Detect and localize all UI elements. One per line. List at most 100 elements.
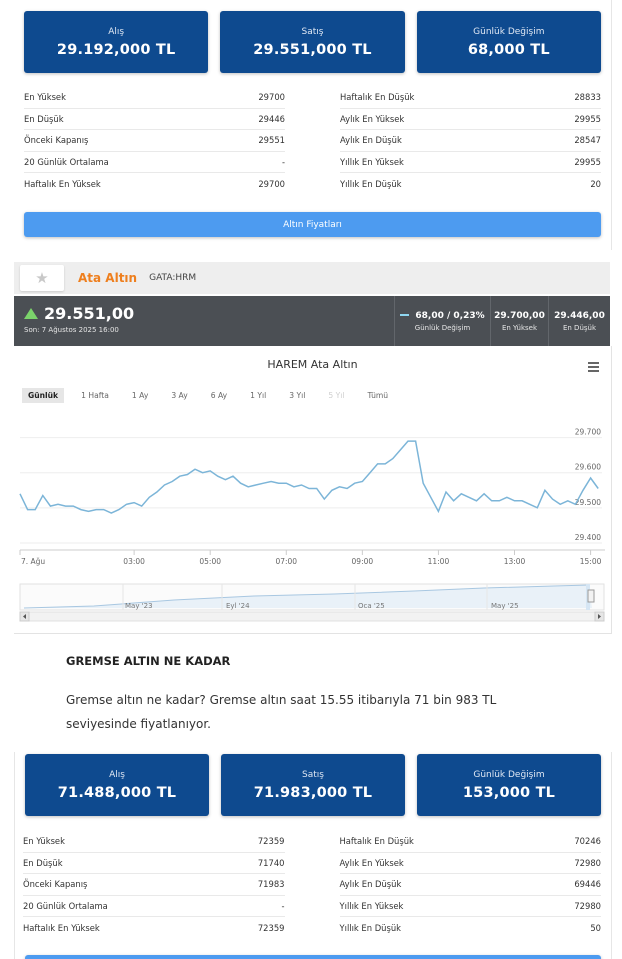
buy-value: 71.488,000 TL (57, 784, 177, 801)
favorite-button[interactable]: ★ (20, 265, 64, 291)
stat-row: Aylık En Yüksek 72980 (339, 853, 601, 874)
daily-change-value: 153,000 TL (462, 784, 556, 801)
stat-label: En Yüksek (23, 836, 65, 847)
y-tick-label: 29.600 (575, 463, 601, 472)
stat-row: Yıllık En Yüksek 29955 (340, 152, 601, 173)
stat-value: 72359 (257, 922, 285, 933)
stat-value: 71740 (257, 857, 285, 868)
daily-change-label: Günlük Değişim (473, 769, 545, 780)
x-tick-label: 09:00 (352, 557, 374, 566)
navigator-handle[interactable] (587, 589, 595, 603)
stat-row: Yıllık En Yüksek 72980 (339, 896, 601, 917)
stat-value: 29446 (258, 113, 285, 124)
stat-value: 29700 (258, 92, 285, 103)
stat-value: 72980 (574, 857, 601, 868)
daily-change-box: Günlük Değişim 68,000 TL (416, 11, 601, 73)
stats-left: En Yüksek 29700 En Düşük 29446 Önceki Kapa… (24, 87, 285, 195)
stat-row: Haftalık En Yüksek 29700 (24, 173, 285, 195)
x-tick-label: 13:00 (504, 557, 526, 566)
stat-value: 72359 (257, 836, 285, 847)
page: Alış 29.192,000 TL Satış 29.551,000 TL G… (0, 0, 622, 959)
stat-row: Aylık En Yüksek 29955 (340, 109, 601, 130)
price-boxes: Alış 71.488,000 TL Satış 71.983,000 TL G… (25, 754, 601, 816)
gold-panel-2: Alış 71.488,000 TL Satış 71.983,000 TL G… (14, 752, 612, 959)
stat-label: 20 Günlük Ortalama (23, 900, 108, 911)
stat-label: Haftalık En Düşük (340, 92, 415, 103)
stat-label: En Yüksek (24, 92, 66, 103)
daily-change-label: Günlük Değişim (473, 26, 545, 37)
x-tick-label: 07:00 (275, 557, 297, 566)
ticker-low: 29.446,00 En Düşük (548, 296, 610, 346)
stat-row: En Düşük 29446 (24, 109, 285, 130)
stat-label: Yıllık En Yüksek (339, 900, 404, 911)
chart-svg: 29.70029.60029.50029.400 7. Ağu 03:00 05:0… (19, 428, 605, 622)
stat-label: En Düşük (23, 857, 63, 868)
stat-row: 20 Günlük Ortalama - (24, 152, 285, 173)
stat-label: Aylık En Düşük (339, 879, 402, 890)
x-tick-label: 15:00 (580, 557, 602, 566)
ticker-low-label: En Düşük (562, 323, 597, 332)
stat-value: 28547 (574, 135, 601, 146)
sell-value: 29.551,000 TL (253, 41, 372, 58)
stats-table: En Yüksek 29700 En Düşük 29446 Önceki Kapa… (24, 87, 601, 195)
stat-value: 50 (590, 922, 601, 933)
flat-dash-icon (400, 314, 410, 316)
stat-label: Haftalık En Düşük (339, 836, 414, 847)
ticker-change-row: 68,00 / 0,23% (400, 310, 485, 321)
ticker-change: 68,00 / 0,23% Günlük Değişim (394, 296, 490, 346)
up-arrow-icon (24, 308, 38, 319)
gold-prices-button-2[interactable] (25, 955, 601, 959)
buy-label: Alış (109, 769, 125, 780)
stat-label: Önceki Kapanış (23, 879, 88, 890)
stats-right: Haftalık En Düşük 28833 Aylık En Yüksek 29… (340, 87, 601, 195)
x-tick-label: 05:00 (199, 557, 221, 566)
stat-value: 72980 (574, 900, 601, 911)
stat-row: En Düşük 71740 (23, 853, 285, 874)
y-tick-label: 29.400 (575, 533, 601, 542)
x-ticks: 7. Ağu 03:00 05:00 07:00 09:00 11:00 13:00 15:0… (19, 550, 602, 566)
gold-prices-button[interactable]: Altın Fiyatları (24, 212, 601, 237)
buy-box: Alış 29.192,000 TL (24, 11, 209, 73)
stat-label: Haftalık En Yüksek (24, 178, 101, 189)
stats-left: En Yüksek 72359 En Düşük 71740 Önceki Kapa… (23, 831, 285, 939)
stat-row: Haftalık En Yüksek 72359 (23, 917, 285, 939)
chart-container: HAREM Ata Altın Günlük 1 Hafta 1 Ay 3 Ay 6 A… (14, 346, 612, 634)
stat-value: 71983 (257, 879, 285, 890)
ticker-change-value: 68,00 / 0,23% (415, 310, 485, 321)
stats-right: Haftalık En Düşük 70246 Aylık En Yüksek 72… (339, 831, 602, 939)
stat-label: Yıllık En Düşük (339, 922, 401, 933)
stat-value: 70246 (574, 836, 601, 847)
price-boxes: Alış 29.192,000 TL Satış 29.551,000 TL G… (24, 11, 601, 73)
stat-label: En Düşük (24, 113, 64, 124)
scrollbar-track[interactable] (19, 611, 605, 622)
x-tick-label: 7. Ağu (21, 557, 45, 566)
daily-change-value: 68,000 TL (467, 41, 550, 58)
ata-header: ★ Ata Altın GATA:HRM (14, 262, 610, 294)
ticker-price: 29.551,00 (44, 304, 135, 323)
sell-label: Satış (302, 769, 324, 780)
stat-row: Önceki Kapanış 71983 (23, 874, 285, 896)
navigator-label: May '23 (125, 602, 153, 610)
stat-label: Aylık En Yüksek (340, 113, 405, 124)
ticker-low-value: 29.446,00 (554, 310, 605, 321)
stats-table: En Yüksek 72359 En Düşük 71740 Önceki Kapa… (23, 831, 601, 939)
ata-title[interactable]: Ata Altın (78, 271, 137, 285)
buy-label: Alış (108, 26, 125, 37)
stat-value: 29955 (574, 113, 601, 124)
stat-value: 29955 (574, 156, 601, 167)
stat-value: 29551 (258, 135, 285, 146)
y-tick-label: 29.700 (575, 428, 601, 437)
stat-row: Aylık En Düşük 28547 (340, 130, 601, 152)
stat-value: 28833 (574, 92, 601, 103)
stat-row: Yıllık En Düşük 50 (340, 917, 602, 939)
stat-value: - (281, 156, 285, 167)
stat-row: En Yüksek 29700 (24, 87, 285, 109)
stat-label: Yıllık En Yüksek (340, 156, 404, 167)
stat-row: Haftalık En Düşük 28833 (340, 87, 601, 109)
stat-label: Aylık En Düşük (340, 135, 402, 146)
article-paragraph: Gremse altın ne kadar? Gremse altın saat… (66, 693, 497, 731)
sell-label: Satış (301, 26, 324, 37)
ata-code: GATA:HRM (149, 273, 197, 283)
navigator-label: May '25 (491, 602, 519, 610)
stat-label: Yıllık En Düşük (340, 178, 402, 189)
